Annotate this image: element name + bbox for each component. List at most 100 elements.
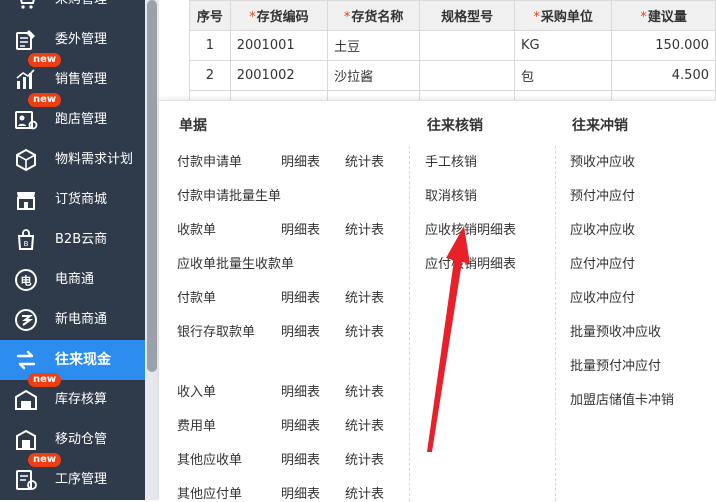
sidebar-item-purchase[interactable]: 采购管理	[0, 0, 145, 20]
sidebar-item-label: 电商通	[55, 272, 95, 287]
sidebar-item-mrp[interactable]: 物料需求计划	[0, 140, 145, 180]
sidebar-item-mobile-warehouse[interactable]: 移动仓管	[0, 420, 145, 460]
menu-link-receivable-batch[interactable]: 应收单批量生收款单	[177, 253, 294, 272]
sidebar-item-store-visit[interactable]: new 跑店管理	[0, 93, 145, 140]
menu-link-stats[interactable]: 统计表	[345, 321, 384, 340]
sidebar-item-cash[interactable]: 往来现金	[0, 340, 145, 380]
sidebar-item-label: 订货商城	[55, 192, 108, 207]
menu-link-stats[interactable]: 统计表	[345, 219, 384, 238]
table-cell[interactable]: 2001001	[229, 30, 329, 61]
menu-link-offset[interactable]: 应收冲应收	[570, 219, 635, 238]
menu-link-detail[interactable]: 明细表	[281, 381, 320, 400]
menu-link-receipt[interactable]: 收款单	[177, 219, 216, 238]
menu-link-offset[interactable]: 预收冲应收	[570, 151, 635, 170]
menu-link-offset[interactable]: 应收冲应付	[570, 287, 635, 306]
menu-link-receivable-verify-detail[interactable]: 应收核销明细表	[425, 219, 516, 238]
menu-link-other-payable[interactable]: 其他应付单	[177, 483, 242, 502]
store-visit-icon	[15, 111, 38, 130]
menu-link-stats[interactable]: 统计表	[345, 381, 384, 400]
table-row[interactable]: 1 2001001 土豆 KG 150.000	[189, 30, 716, 61]
menu-link-payment-request[interactable]: 付款申请单	[177, 151, 242, 170]
svg-text:电: 电	[21, 274, 32, 288]
menu-link-other-receivable[interactable]: 其他应收单	[177, 449, 242, 468]
table-cell[interactable]	[229, 90, 329, 100]
table-cell[interactable]	[513, 90, 613, 100]
sidebar-item-sales[interactable]: new 销售管理	[0, 53, 145, 100]
menu-link-expense[interactable]: 费用单	[177, 415, 216, 434]
menu-link-income[interactable]: 收入单	[177, 381, 216, 400]
process-icon	[16, 470, 37, 490]
sidebar-item-process[interactable]: new 工序管理	[0, 453, 145, 500]
menu-link-cancel-verify[interactable]: 取消核销	[425, 185, 477, 204]
required-mark: *	[343, 10, 351, 25]
table-row[interactable]: 2 2001002 沙拉酱 包 4.500	[189, 60, 716, 91]
menu-link-offset[interactable]: 加盟店储值卡冲销	[570, 389, 674, 408]
table-cell[interactable]	[419, 90, 515, 100]
menu-link-detail[interactable]: 明细表	[281, 415, 320, 434]
column-header[interactable]: *采购单位	[513, 0, 613, 31]
menu-link-offset[interactable]: 预付冲应付	[570, 185, 635, 204]
menu-link-bank-deposit[interactable]: 银行存取款单	[177, 321, 255, 340]
table-cell[interactable]: 1	[189, 30, 231, 61]
column-header[interactable]: *存货编码	[229, 0, 329, 31]
menu-link-payment-request-batch[interactable]: 付款申请批量生单	[177, 185, 281, 204]
menu-link-stats[interactable]: 统计表	[345, 483, 384, 502]
menu-link-stats[interactable]: 统计表	[345, 287, 384, 306]
table-cell[interactable]: 150.000	[611, 30, 716, 61]
sidebar-item-label: 移动仓管	[55, 432, 108, 447]
stock-grid: 序号 *存货编码 *存货名称 规格型号 *采购单位 *建议量 1 2001001…	[159, 0, 716, 100]
table-row[interactable]	[189, 90, 716, 100]
sidebar-item-outsource[interactable]: 委外管理	[0, 20, 145, 60]
menu-link-detail[interactable]: 明细表	[281, 483, 320, 502]
documents-title: 单据	[179, 118, 207, 134]
menu-link-payment[interactable]: 付款单	[177, 287, 216, 306]
menu-link-payable-verify-detail[interactable]: 应付核销明细表	[425, 253, 516, 272]
menu-link-detail[interactable]: 明细表	[281, 219, 320, 238]
ecommerce-icon: 电	[15, 269, 37, 291]
cash-menu-panel: 单据 往来核销 往来冲销 付款申请单 明细表 统计表 付款申请批量生单 收款单 …	[159, 100, 716, 502]
table-cell[interactable]: 包	[513, 60, 613, 91]
menu-link-stats[interactable]: 统计表	[345, 449, 384, 468]
scrollbar-thumb[interactable]	[147, 0, 157, 372]
column-header[interactable]: *存货名称	[327, 0, 421, 31]
column-header[interactable]: *建议量	[611, 0, 716, 31]
sidebar: 采购管理 委外管理 new 销售管理 new 跑店管理 物料需求计划 订货商城 …	[0, 0, 145, 500]
shop-icon	[17, 192, 35, 210]
menu-link-detail[interactable]: 明细表	[281, 151, 320, 170]
svg-text:B: B	[24, 240, 29, 248]
table-cell[interactable]: 4.500	[611, 60, 716, 91]
sidebar-item-b2b[interactable]: B B2B云商	[0, 220, 145, 260]
table-cell[interactable]: 土豆	[327, 30, 421, 61]
menu-link-detail[interactable]: 明细表	[281, 449, 320, 468]
cart-icon	[20, 0, 35, 9]
sidebar-item-inventory[interactable]: new 库存核算	[0, 373, 145, 420]
table-cell[interactable]: KG	[513, 30, 613, 61]
menu-link-detail[interactable]: 明细表	[281, 321, 320, 340]
column-header[interactable]: 序号	[189, 0, 231, 31]
menu-link-stats[interactable]: 统计表	[345, 151, 384, 170]
table-cell[interactable]	[327, 90, 421, 100]
menu-link-detail[interactable]: 明细表	[281, 287, 320, 306]
sidebar-item-new-ecommerce[interactable]: 新电商通	[0, 300, 145, 340]
exchange-arrows-icon	[16, 350, 36, 370]
menu-link-offset[interactable]: 批量预付冲应付	[570, 355, 661, 374]
required-mark: *	[533, 10, 540, 25]
table-cell[interactable]	[611, 90, 716, 100]
sidebar-item-mall[interactable]: 订货商城	[0, 180, 145, 220]
table-cell[interactable]: 2	[189, 60, 231, 91]
sidebar-item-ecommerce[interactable]: 电 电商通	[0, 260, 145, 300]
table-cell[interactable]	[419, 30, 515, 61]
table-cell[interactable]: 2001002	[229, 60, 329, 91]
menu-link-stats[interactable]: 统计表	[345, 415, 384, 434]
table-header-row: 序号 *存货编码 *存货名称 规格型号 *采购单位 *建议量	[189, 0, 716, 31]
menu-link-offset[interactable]: 应付冲应付	[570, 253, 635, 272]
sidebar-item-label: 采购管理	[55, 0, 107, 20]
menu-link-offset[interactable]: 批量预收冲应收	[570, 321, 661, 340]
table-cell[interactable]	[419, 60, 515, 91]
menu-link-manual-verify[interactable]: 手工核销	[425, 151, 477, 170]
column-header[interactable]: 规格型号	[419, 0, 515, 31]
outsource-icon	[16, 30, 35, 50]
table-cell[interactable]	[189, 90, 231, 100]
sidebar-scrollbar[interactable]	[145, 0, 159, 500]
table-cell[interactable]: 沙拉酱	[327, 60, 421, 91]
